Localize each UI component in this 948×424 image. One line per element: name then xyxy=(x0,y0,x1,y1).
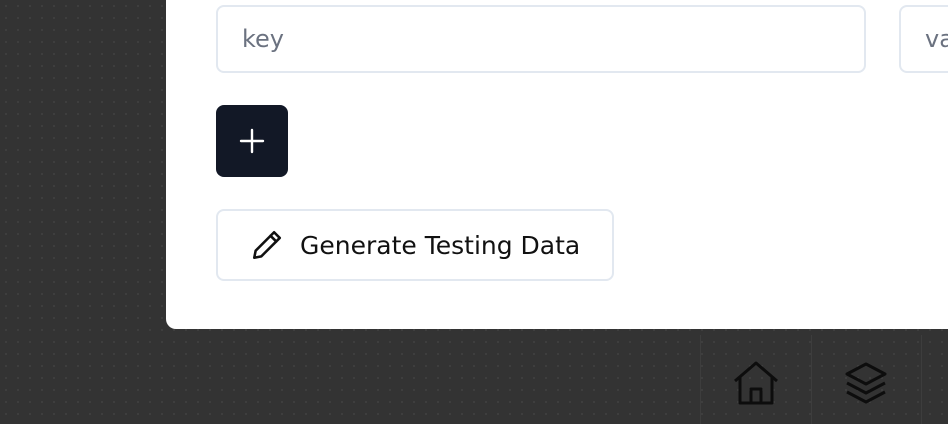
key-input[interactable] xyxy=(216,5,866,73)
add-pair-button[interactable] xyxy=(216,105,288,177)
layers-icon xyxy=(843,360,889,406)
bottom-dock xyxy=(700,335,948,424)
plus-icon xyxy=(239,128,265,154)
dock-item-home[interactable] xyxy=(700,335,812,424)
value-input[interactable] xyxy=(899,5,948,73)
pencil-icon xyxy=(250,228,284,262)
home-icon xyxy=(731,359,781,407)
generate-testing-data-button[interactable]: Generate Testing Data xyxy=(216,209,614,281)
dock-item-layers[interactable] xyxy=(810,335,923,424)
form-card: Generate Testing Data xyxy=(166,0,948,329)
generate-button-label: Generate Testing Data xyxy=(300,230,581,260)
dock-item-partial[interactable] xyxy=(921,335,948,424)
